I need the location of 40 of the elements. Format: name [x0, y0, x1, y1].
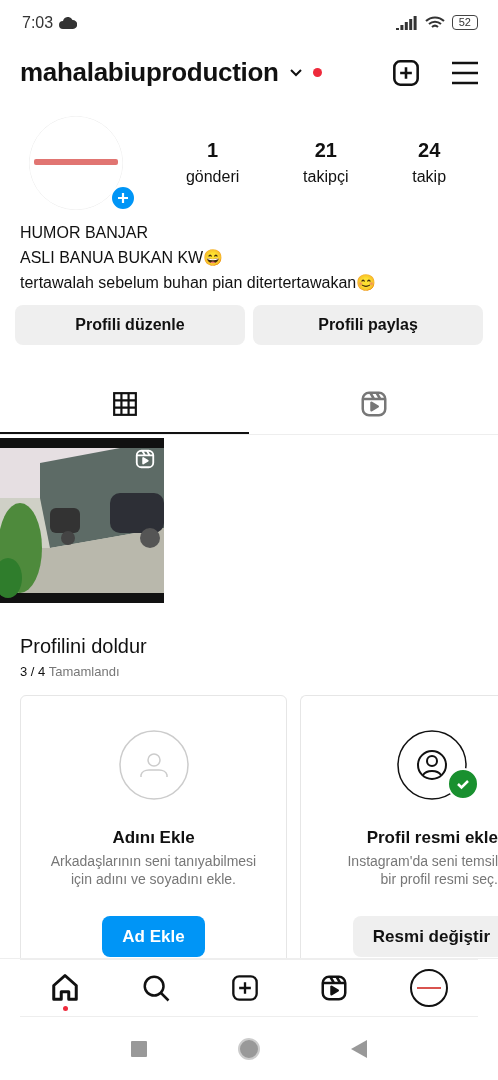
- profile-button[interactable]: Profili paylaş: [253, 305, 483, 345]
- card-description: Arkadaşlarının seni tanıyabilmesi için adını ve soyadını ekle.: [50, 852, 257, 888]
- menu-icon: [452, 60, 478, 85]
- nav-tab[interactable]: [50, 973, 81, 1011]
- stat-value: 21: [314, 139, 337, 162]
- avatar-icon: [409, 969, 448, 1007]
- bio-line: tertawalah sebelum buhan pian ditertertawakan😊: [20, 273, 378, 293]
- chevron-down-icon: [288, 67, 303, 78]
- home-icon: [50, 973, 81, 1003]
- bio-line: ASLI BANUA BUKAN KW😄: [20, 248, 225, 268]
- reels-icon: [319, 973, 350, 1003]
- recents-icon[interactable]: [131, 1040, 147, 1057]
- username: mahalabiuproduction: [20, 57, 279, 88]
- menu-button[interactable]: [452, 60, 478, 85]
- progress-text: 3 / 4 Tamamlandı: [20, 664, 120, 679]
- stat-label: gönderi: [185, 168, 240, 186]
- signal-icon: [395, 15, 418, 30]
- reel-badge-icon: [134, 448, 156, 470]
- card-description: Instagram'da seni temsil bir profil resmi seç.: [347, 852, 498, 888]
- stat-label: takipçi: [303, 168, 349, 186]
- create-icon: [230, 974, 259, 1002]
- battery-level: 52: [451, 15, 478, 30]
- stat-label: takip: [412, 168, 447, 186]
- home-button-icon[interactable]: [237, 1036, 261, 1061]
- card-title: Profil resmi ekle: [366, 828, 498, 848]
- plus-icon: [392, 58, 420, 87]
- stat-value: 24: [418, 139, 441, 162]
- profile-button[interactable]: Profili düzenle: [15, 305, 245, 345]
- card-title: Adını Ekle: [112, 828, 195, 848]
- cloud-icon: [59, 16, 78, 29]
- status-time: 7:03: [22, 13, 54, 32]
- back-icon[interactable]: [351, 1039, 367, 1058]
- add-story-badge[interactable]: [110, 184, 136, 211]
- wifi-icon: [423, 14, 446, 31]
- card-button[interactable]: Resmi değiştir: [352, 916, 498, 957]
- create-button[interactable]: [392, 58, 420, 87]
- grid-icon: [111, 391, 138, 417]
- bio-line: HUMOR BANJAR: [20, 223, 149, 243]
- stat-value: 1: [207, 139, 219, 162]
- section-title: Profilini doldur: [20, 635, 148, 658]
